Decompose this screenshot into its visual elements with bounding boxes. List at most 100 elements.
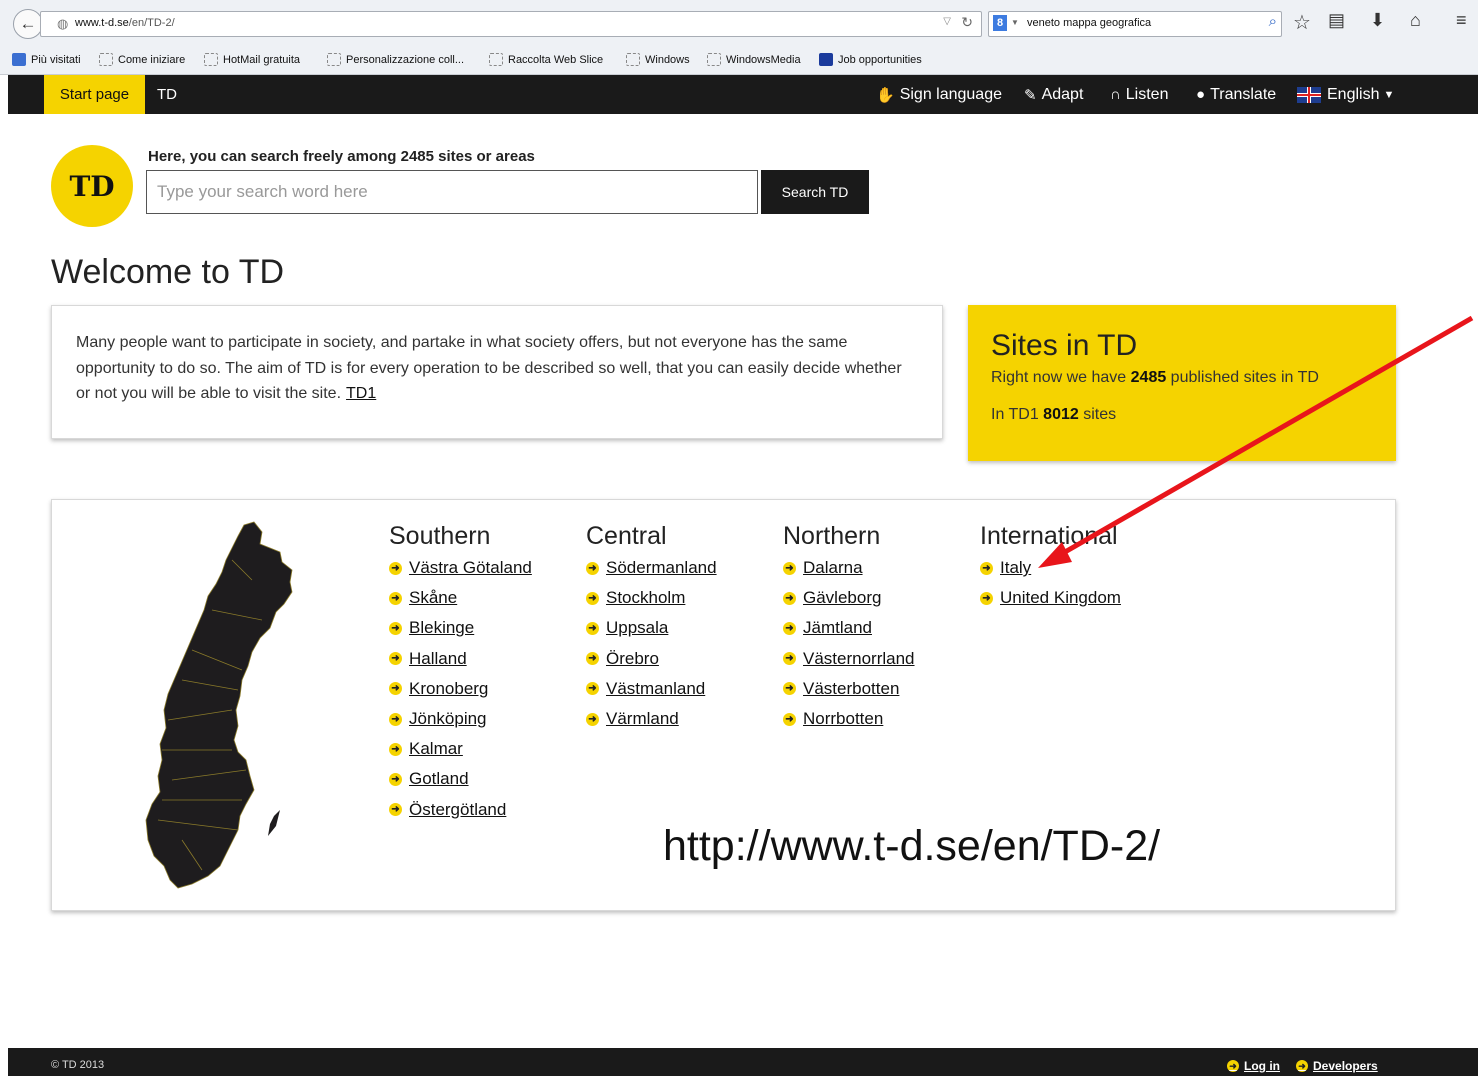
region-link[interactable]: ➜ United Kingdom bbox=[980, 583, 1121, 613]
sweden-map[interactable] bbox=[142, 520, 312, 892]
region-link[interactable]: ➜ Blekinge bbox=[389, 613, 532, 643]
arrow-bullet-icon: ➜ bbox=[783, 561, 796, 575]
download-icon[interactable]: ⬇ bbox=[1370, 10, 1385, 31]
sites-panel: Sites in TD Right now we have 2485 publi… bbox=[968, 305, 1396, 461]
bookmark-folder-icon bbox=[12, 53, 26, 66]
region-link[interactable]: ➜ Örebro bbox=[586, 644, 717, 674]
browser-search-text: veneto mappa geografica bbox=[1027, 17, 1152, 29]
back-button[interactable]: ← bbox=[13, 9, 43, 39]
region-link[interactable]: ➜ Kronoberg bbox=[389, 674, 532, 704]
site-search-input[interactable] bbox=[146, 170, 758, 214]
headphones-icon: ∩ bbox=[1110, 86, 1121, 103]
region-link[interactable]: ➜ Västmanland bbox=[586, 674, 717, 704]
nav-start-page[interactable]: Start page bbox=[44, 75, 145, 114]
bookmark-item[interactable]: WindowsMedia bbox=[707, 53, 801, 66]
bookmarks-list-icon[interactable]: ▤ bbox=[1328, 10, 1345, 31]
region-link[interactable]: ➜ Södermanland bbox=[586, 553, 717, 583]
google-icon[interactable]: 8 bbox=[993, 15, 1007, 31]
search-engine-dropdown-icon[interactable]: ▼ bbox=[1011, 18, 1019, 27]
region-column-international: International ➜ Italy ➜ United Kingdom bbox=[980, 522, 1121, 613]
search-td-button[interactable]: Search TD bbox=[761, 170, 869, 214]
copyright-text: © TD 2013 bbox=[51, 1059, 105, 1071]
region-list-international: ➜ Italy ➜ United Kingdom bbox=[980, 553, 1121, 613]
arrow-bullet-icon: ➜ bbox=[586, 682, 599, 696]
language-selector[interactable]: English ▼ bbox=[1297, 75, 1394, 114]
browser-search-bar[interactable]: 8 ▼ veneto mappa geografica ⌕ bbox=[988, 11, 1282, 37]
url-path: /en/TD-2/ bbox=[128, 17, 175, 29]
site-nav-bar: Start page TD ✋ Sign language ✎ Adapt ∩ Lis… bbox=[8, 75, 1478, 114]
arrow-bullet-icon: ➜ bbox=[1227, 1060, 1239, 1072]
td1-link[interactable]: TD1 bbox=[346, 385, 376, 402]
translate-button[interactable]: ● Translate bbox=[1196, 75, 1276, 114]
region-link[interactable]: ➜ Västerbotten bbox=[783, 674, 915, 704]
adapt-button[interactable]: ✎ Adapt bbox=[1024, 75, 1083, 114]
search-heading: Here, you can search freely among 2485 s… bbox=[148, 148, 535, 165]
region-link[interactable]: ➜ Västra Götaland bbox=[389, 553, 532, 583]
region-link[interactable]: ➜ Stockholm bbox=[586, 583, 717, 613]
arrow-bullet-icon: ➜ bbox=[389, 742, 402, 756]
region-link[interactable]: ➜ Gotland bbox=[389, 764, 532, 794]
bookmark-item[interactable]: Personalizzazione coll... bbox=[327, 53, 464, 66]
region-link[interactable]: ➜ Jämtland bbox=[783, 613, 915, 643]
home-icon[interactable]: ⌂ bbox=[1410, 10, 1421, 31]
bookmark-page-icon bbox=[327, 53, 341, 66]
menu-icon[interactable]: ≡ bbox=[1456, 10, 1467, 31]
region-column-central: Central ➜ Södermanland ➜ Stockholm ➜ Uppsal… bbox=[586, 522, 717, 734]
globe-icon: ● bbox=[1196, 86, 1206, 103]
listen-button[interactable]: ∩ Listen bbox=[1110, 75, 1168, 114]
region-link[interactable]: ➜ Västernorrland bbox=[783, 644, 915, 674]
region-column-northern: Northern ➜ Dalarna ➜ Gävleborg ➜ Jämtland ➜… bbox=[783, 522, 915, 734]
search-icon[interactable]: ⌕ bbox=[1269, 13, 1277, 30]
bookmark-item[interactable]: Job opportunities bbox=[819, 53, 922, 66]
region-link[interactable]: ➜ Halland bbox=[389, 644, 532, 674]
intro-text: Many people want to participate in socie… bbox=[76, 334, 902, 402]
arrow-bullet-icon: ➜ bbox=[389, 682, 402, 696]
sites-count: 2485 bbox=[1130, 369, 1167, 386]
wrench-icon: ✎ bbox=[1024, 86, 1037, 104]
bookmark-item[interactable]: Più visitati bbox=[12, 53, 81, 66]
arrow-bullet-icon: ➜ bbox=[586, 621, 599, 635]
arrow-bullet-icon: ➜ bbox=[389, 803, 402, 817]
arrow-bullet-icon: ➜ bbox=[389, 591, 402, 605]
td1-count-line: In TD1 8012 sites bbox=[991, 406, 1117, 423]
annotation-url-text: http://www.t-d.se/en/TD-2/ bbox=[663, 822, 1161, 870]
arrow-bullet-icon: ➜ bbox=[980, 591, 993, 605]
region-link[interactable]: ➜ Gävleborg bbox=[783, 583, 915, 613]
address-bar[interactable]: ◍ www.t-d.se/en/TD-2/ ▽ ↻ bbox=[40, 11, 982, 37]
arrow-bullet-icon: ➜ bbox=[389, 652, 402, 666]
region-link[interactable]: ➜ Värmland bbox=[586, 704, 717, 734]
region-link[interactable]: ➜ Dalarna bbox=[783, 553, 915, 583]
bookmark-item[interactable]: HotMail gratuita bbox=[204, 53, 300, 66]
region-link[interactable]: ➜ Jönköping bbox=[389, 704, 532, 734]
site-footer: © TD 2013 ➜ Log in ➜ Developers bbox=[8, 1048, 1478, 1076]
bookmark-star-icon[interactable]: ☆ bbox=[1293, 10, 1311, 35]
region-link[interactable]: ➜ Uppsala bbox=[586, 613, 717, 643]
arrow-bullet-icon: ➜ bbox=[389, 712, 402, 726]
bookmark-page-icon bbox=[204, 53, 218, 66]
region-link[interactable]: ➜ Kalmar bbox=[389, 734, 532, 764]
reload-icon[interactable]: ↻ bbox=[961, 14, 973, 31]
dropdown-icon[interactable]: ▽ bbox=[943, 16, 951, 27]
login-link[interactable]: ➜ Log in bbox=[1227, 1059, 1280, 1073]
arrow-bullet-icon: ➜ bbox=[980, 561, 993, 575]
uk-flag-icon bbox=[1297, 86, 1321, 103]
bookmark-item[interactable]: Come iniziare bbox=[99, 53, 185, 66]
nav-td[interactable]: TD bbox=[157, 75, 177, 114]
eu-flag-icon bbox=[819, 53, 833, 66]
region-link[interactable]: ➜ Skåne bbox=[389, 583, 532, 613]
sign-language-button[interactable]: ✋ Sign language bbox=[876, 75, 1002, 114]
bookmark-page-icon bbox=[626, 53, 640, 66]
page-title: Welcome to TD bbox=[51, 253, 285, 291]
arrow-bullet-icon: ➜ bbox=[586, 561, 599, 575]
bookmark-page-icon bbox=[489, 53, 503, 66]
globe-icon: ◍ bbox=[57, 16, 69, 31]
region-link[interactable]: ➜ Norrbotten bbox=[783, 704, 915, 734]
bookmark-item[interactable]: Windows bbox=[626, 53, 690, 66]
gotland-shape bbox=[268, 810, 280, 836]
region-title-northern: Northern bbox=[783, 522, 881, 550]
region-link-italy[interactable]: ➜ Italy bbox=[980, 553, 1121, 583]
bookmark-item[interactable]: Raccolta Web Slice bbox=[489, 53, 603, 66]
td-logo[interactable]: TD bbox=[51, 145, 133, 227]
developers-link[interactable]: ➜ Developers bbox=[1296, 1059, 1378, 1073]
region-link[interactable]: ➜ Östergötland bbox=[389, 795, 532, 825]
